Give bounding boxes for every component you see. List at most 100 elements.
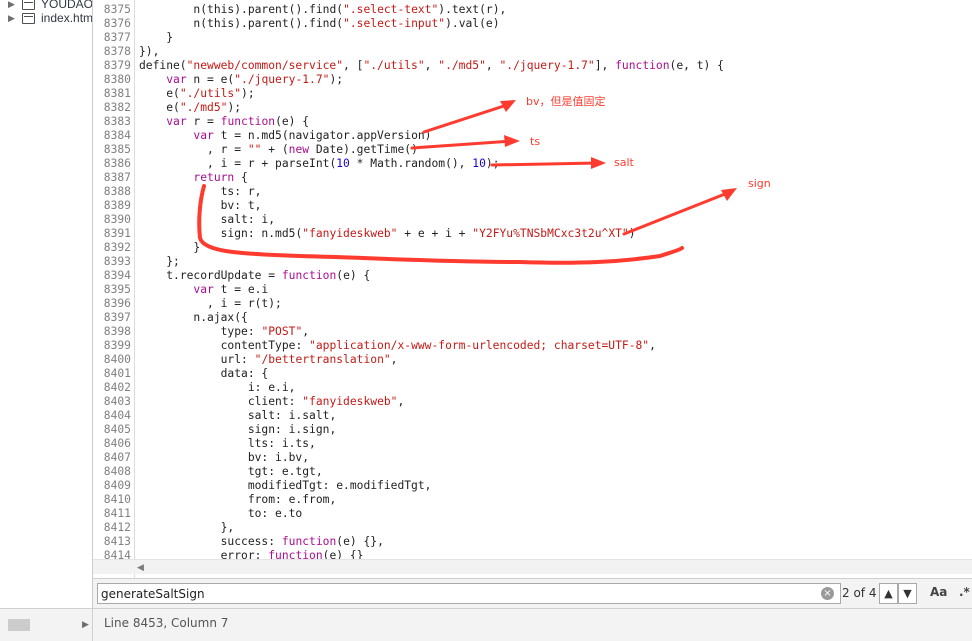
line-number: 8389 <box>103 199 131 212</box>
line-number: 8390 <box>103 213 131 226</box>
code-token: return <box>193 171 235 184</box>
regex-toggle[interactable]: .* <box>959 585 970 599</box>
line-code: from: e.from, <box>139 493 336 507</box>
line-code: , i = r + parseInt(10 * Math.random(), 1… <box>139 157 500 171</box>
code-token: salt: i, <box>220 213 276 226</box>
tree-item-label: index.htm <box>41 11 93 25</box>
next-match-button[interactable]: ▼ <box>898 583 917 604</box>
code-token: "application/x-www-form-urlencoded; char… <box>309 339 650 352</box>
expand-arrow-icon[interactable]: ▶ <box>82 619 89 630</box>
line-number: 8385 <box>103 143 131 156</box>
tree-item-index-file[interactable]: ▶ index.htm <box>0 8 93 28</box>
line-code: } <box>139 241 200 255</box>
line-code: url: "/bettertranslation", <box>139 353 398 367</box>
line-number: 8392 <box>103 241 131 254</box>
horizontal-scrollbar[interactable]: ◀ <box>93 559 972 574</box>
line-number: 8402 <box>103 381 131 394</box>
line-number: 8391 <box>103 227 131 240</box>
code-token: "Y2FYu%TNSbMCxc3t2u^XT" <box>472 227 629 240</box>
line-number: 8395 <box>103 283 131 296</box>
code-token: "fanyideskweb" <box>302 395 398 408</box>
line-number: 8393 <box>103 255 131 268</box>
code-token: n(this).parent().find( <box>193 17 344 30</box>
code-token: lts: i.ts, <box>247 437 316 450</box>
line-code: return { <box>139 171 248 185</box>
line-code: , r = "" + (new Date).getTime() <box>139 143 418 157</box>
code-token: var <box>193 129 214 142</box>
line-code: sign: i.sign, <box>139 423 336 437</box>
code-token: (e) {}, <box>336 535 384 548</box>
code-token: i: e.i, <box>247 381 296 394</box>
code-token: "./md5" <box>179 101 228 114</box>
code-token: , <box>390 353 398 366</box>
code-token: "POST" <box>261 325 303 338</box>
code-editor[interactable]: 8375 n(this).parent().find(".select-text… <box>93 0 972 578</box>
line-code: t.recordUpdate = function(e) { <box>139 269 370 283</box>
search-bar: × 2 of 4 ▲ ▼ Aa .* <box>93 578 972 608</box>
line-code: e("./md5"); <box>139 101 241 115</box>
code-token: ts: r, <box>220 185 262 198</box>
code-token: { <box>234 171 248 184</box>
code-token: * Math.random(), <box>349 157 473 170</box>
code-token: "./utils" <box>179 87 242 100</box>
scroll-left-icon[interactable]: ◀ <box>137 562 144 573</box>
code-token: bv: i.bv, <box>247 451 310 464</box>
line-code: ts: r, <box>139 185 262 199</box>
sidebar-scrollbar-thumb[interactable] <box>8 619 30 631</box>
code-token: new <box>288 143 310 156</box>
line-code: bv: i.bv, <box>139 451 309 465</box>
line-number: 8412 <box>103 521 131 534</box>
line-number: 8411 <box>103 507 131 520</box>
line-code: var t = e.i <box>139 283 268 297</box>
code-token: , <box>397 395 405 408</box>
code-token: }; <box>166 255 180 268</box>
line-number: 8413 <box>103 535 131 548</box>
code-token: function <box>281 269 337 282</box>
code-token: sign: n.md5( <box>220 227 303 240</box>
line-code: lts: i.ts, <box>139 437 316 451</box>
cursor-position: Line 8453, Column 7 <box>104 616 229 630</box>
code-token: }, <box>220 521 235 534</box>
line-code: tgt: e.tgt, <box>139 465 323 479</box>
code-token: client: <box>247 395 303 408</box>
line-code: i: e.i, <box>139 381 296 395</box>
line-code: success: function(e) {}, <box>139 535 384 549</box>
code-token: var <box>166 73 187 86</box>
search-input[interactable] <box>97 583 841 604</box>
line-code: } <box>139 31 173 45</box>
line-number: 8382 <box>103 101 131 114</box>
code-token: ); <box>485 157 500 170</box>
code-token: contentType: <box>220 339 310 352</box>
line-code: }, <box>139 521 235 535</box>
code-token: ".select-text" <box>343 3 439 16</box>
code-token: url: <box>220 353 255 366</box>
line-code: data: { <box>139 367 269 381</box>
line-number: 8383 <box>103 115 131 128</box>
line-code: , i = r(t); <box>139 297 282 311</box>
previous-match-button[interactable]: ▲ <box>879 583 898 604</box>
code-token: success: <box>220 535 282 548</box>
clear-search-icon[interactable]: × <box>821 587 834 600</box>
line-number: 8400 <box>103 353 131 366</box>
line-number: 8409 <box>103 479 131 492</box>
match-case-toggle[interactable]: Aa <box>930 585 947 599</box>
code-token: to: e.to <box>247 507 303 520</box>
code-token: function <box>220 115 276 128</box>
expand-arrow-icon[interactable]: ▶ <box>8 13 16 24</box>
line-number: 8408 <box>103 465 131 478</box>
code-token: sign: i.sign, <box>247 423 337 436</box>
